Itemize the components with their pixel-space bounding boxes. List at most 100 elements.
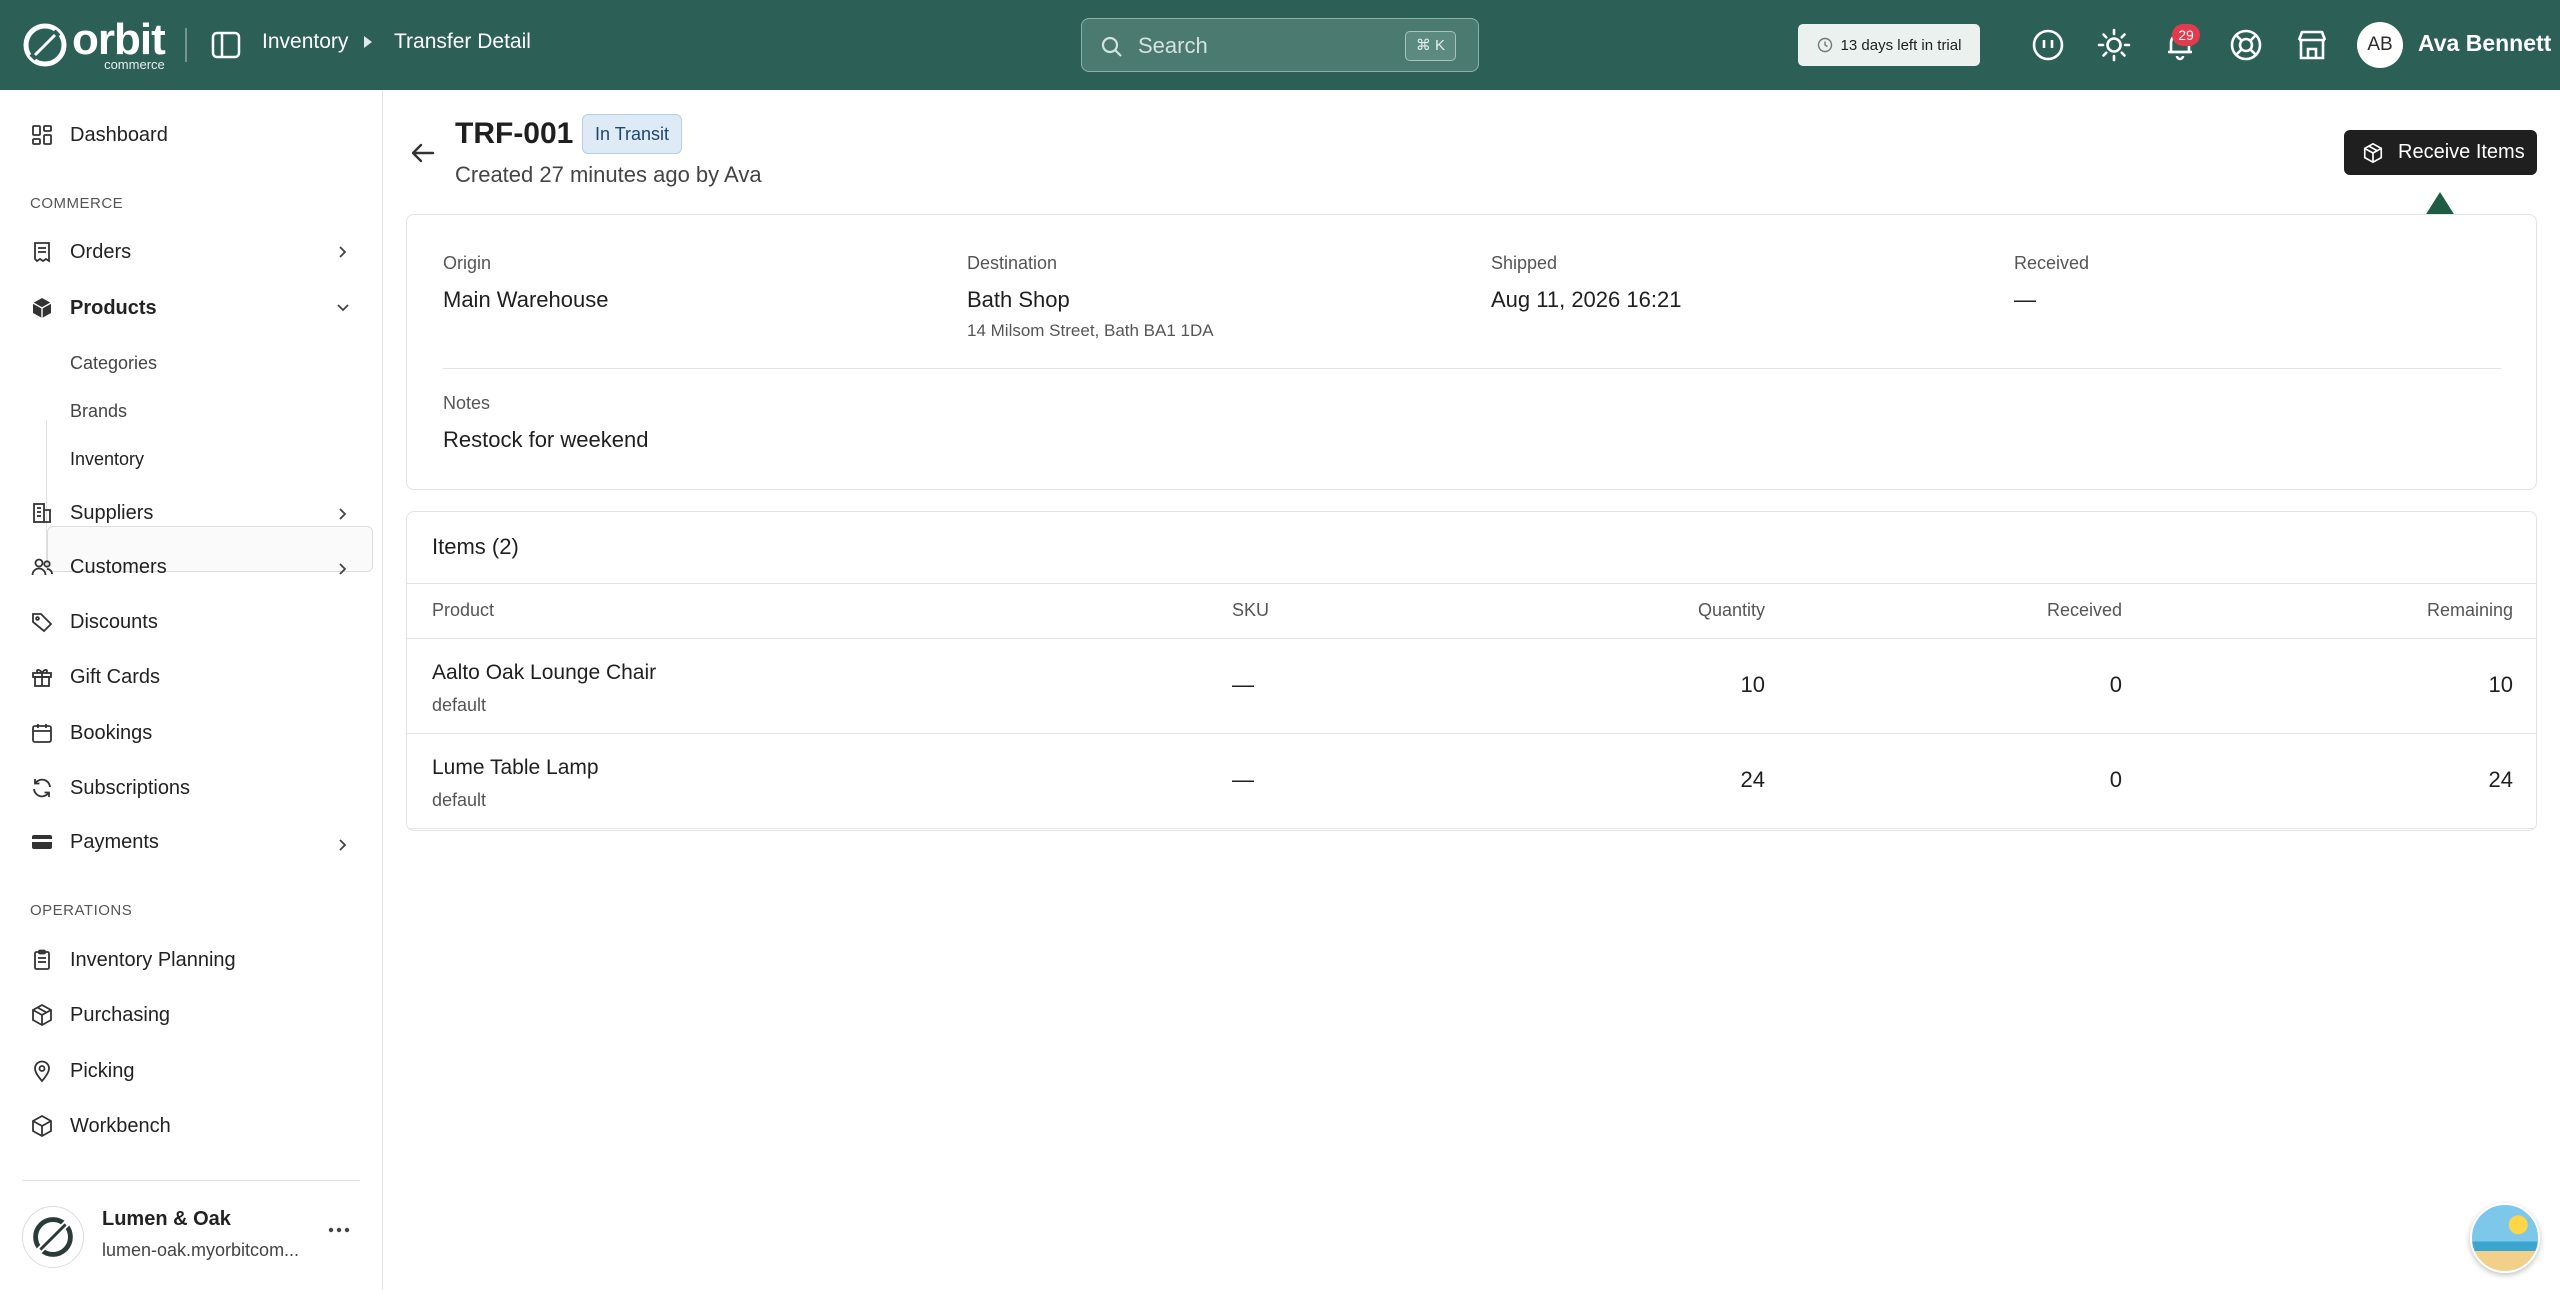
- sidebar-item-orders[interactable]: Orders: [30, 232, 131, 272]
- notes-label: Notes: [443, 393, 491, 413]
- sidebar: Dashboard COMMERCE Orders Products Categ…: [0, 90, 383, 1290]
- dashboard-icon: [32, 125, 52, 145]
- created-info: Created 27 minutes ago by Ava: [455, 162, 762, 187]
- table-row[interactable]: Aalto Oak Lounge Chair default — 10 0 10: [407, 639, 2536, 734]
- shipped-value: Aug 11, 2026 16:21: [1491, 287, 1682, 312]
- search-placeholder: Search: [1138, 33, 1208, 58]
- receive-items-label: Receive Items: [2398, 141, 2525, 163]
- received-cell: 0: [2109, 767, 2122, 792]
- status-badge: In Transit: [582, 114, 683, 154]
- breadcrumb-separator-icon: [364, 36, 372, 48]
- sidebar-item-bookings[interactable]: Bookings: [30, 713, 152, 753]
- sidebar-item-gift-cards[interactable]: Gift Cards: [30, 657, 160, 697]
- shipped-label: Shipped: [1491, 253, 1558, 273]
- sidebar-item-customers[interactable]: Customers: [30, 547, 167, 587]
- sidebar-label-dashboard: Dashboard: [70, 123, 168, 146]
- sidebar-item-subscriptions[interactable]: Subscriptions: [30, 768, 190, 808]
- sidebar-item-discounts[interactable]: Discounts: [30, 602, 158, 642]
- product-box-icon: [32, 298, 52, 318]
- sidebar-label-products: Products: [70, 296, 157, 319]
- brand-logo[interactable]: orbit commerce: [22, 15, 166, 71]
- items-title: Items (2): [432, 534, 519, 559]
- tag-icon: [32, 613, 53, 633]
- package-icon: [2363, 142, 2383, 163]
- sidebar-item-suppliers[interactable]: Suppliers: [30, 493, 153, 533]
- received-label: Received: [2014, 253, 2090, 273]
- destination-label: Destination: [967, 253, 1058, 273]
- store-url: lumen-oak.myorbitcom...: [102, 1240, 300, 1260]
- search-shortcut: ⌘ K: [1404, 31, 1456, 61]
- sidebar-item-inventory-planning[interactable]: Inventory Planning: [30, 940, 236, 980]
- store-name[interactable]: Lumen & Oak: [102, 1208, 231, 1231]
- sidebar-toggle-icon[interactable]: [210, 30, 242, 60]
- back-arrow-icon[interactable]: [408, 138, 438, 168]
- table-row[interactable]: Lume Table Lamp default — 24 0 24: [407, 734, 2536, 829]
- sidebar-subitem-categories[interactable]: Categories: [70, 353, 157, 374]
- column-header-sku: SKU: [1232, 600, 1270, 620]
- origin-label: Origin: [443, 253, 492, 273]
- assistant-icon[interactable]: [2030, 27, 2066, 63]
- refresh-icon: [33, 778, 51, 798]
- calendar-icon: [32, 724, 52, 743]
- chevron-right-icon[interactable]: [336, 507, 350, 521]
- chevron-right-icon[interactable]: [336, 245, 350, 259]
- remaining-cell: 24: [2488, 767, 2513, 792]
- more-options-icon[interactable]: [326, 1220, 352, 1240]
- sidebar-subitem-brands[interactable]: Brands: [70, 401, 127, 422]
- search-input[interactable]: Search ⌘ K: [1081, 18, 1479, 72]
- chevron-down-icon[interactable]: [336, 301, 350, 315]
- product-name: Aalto Oak Lounge Chair: [432, 661, 657, 684]
- storefront-icon[interactable]: [2294, 27, 2330, 63]
- column-header-product: Product: [432, 600, 495, 620]
- sidebar-item-products[interactable]: Products: [30, 288, 157, 328]
- sidebar-label-customers: Customers: [70, 555, 167, 578]
- credit-card-icon: [32, 835, 52, 849]
- column-header-remaining: Remaining: [2426, 600, 2513, 620]
- chevron-right-icon[interactable]: [336, 562, 350, 576]
- topbar-divider: [185, 28, 187, 62]
- destination-address: 14 Milsom Street, Bath BA1 1DA: [967, 321, 1214, 340]
- store-logo-icon[interactable]: [22, 1206, 84, 1268]
- brand-name: orbit: [72, 15, 166, 64]
- sidebar-item-payments[interactable]: Payments: [30, 822, 159, 862]
- sidebar-label-orders: Orders: [70, 240, 132, 263]
- sidebar-subitem-inventory[interactable]: Inventory: [70, 449, 144, 470]
- transfer-details-card: Origin Main Warehouse Destination Bath S…: [406, 214, 2537, 490]
- help-lifebuoy-icon[interactable]: [2228, 27, 2264, 63]
- sidebar-label-inventory-planning: Inventory Planning: [70, 948, 236, 971]
- sku-cell: —: [1232, 672, 1254, 697]
- received-cell: 0: [2109, 672, 2122, 697]
- receive-items-button[interactable]: Receive Items: [2344, 130, 2537, 175]
- received-value: —: [2014, 287, 2036, 312]
- clipboard-icon: [34, 949, 50, 970]
- sidebar-label-discounts: Discounts: [70, 610, 158, 633]
- trial-badge[interactable]: 13 days left in trial: [1798, 24, 1980, 66]
- sidebar-item-purchasing[interactable]: Purchasing: [30, 995, 170, 1035]
- user-avatar[interactable]: AB: [2357, 22, 2403, 68]
- page-title: TRF-001: [455, 117, 574, 150]
- remaining-cell: 10: [2488, 672, 2513, 697]
- theme-sun-icon[interactable]: [2096, 27, 2132, 63]
- sidebar-item-dashboard[interactable]: Dashboard: [30, 115, 168, 155]
- sidebar-item-picking[interactable]: Picking: [30, 1051, 134, 1091]
- chevron-right-icon[interactable]: [336, 838, 350, 852]
- box-icon: [32, 1114, 52, 1138]
- column-header-received: Received: [2046, 600, 2122, 620]
- sidebar-label-payments: Payments: [70, 830, 159, 853]
- package-icon: [32, 1003, 52, 1027]
- notification-count-badge: 29: [2172, 24, 2200, 46]
- sidebar-item-workbench[interactable]: Workbench: [30, 1106, 171, 1146]
- building-icon: [33, 503, 51, 523]
- section-label-operations: OPERATIONS: [30, 902, 133, 919]
- receipt-icon: [34, 242, 50, 263]
- breadcrumb-inventory[interactable]: Inventory: [262, 30, 348, 54]
- user-name[interactable]: Ava Bennett: [2418, 30, 2551, 57]
- sidebar-label-workbench: Workbench: [70, 1114, 171, 1137]
- items-card: Items (2) Product SKU Quantity Received …: [406, 511, 2537, 831]
- sidebar-label-purchasing: Purchasing: [70, 1003, 171, 1026]
- column-header-quantity: Quantity: [1697, 600, 1765, 620]
- sidebar-label-gift-cards: Gift Cards: [70, 665, 161, 688]
- assistant-avatar-button[interactable]: [2470, 1203, 2540, 1273]
- trial-label: 13 days left in trial: [1840, 36, 1962, 54]
- table-header: Product SKU Quantity Received Remaining: [407, 583, 2536, 639]
